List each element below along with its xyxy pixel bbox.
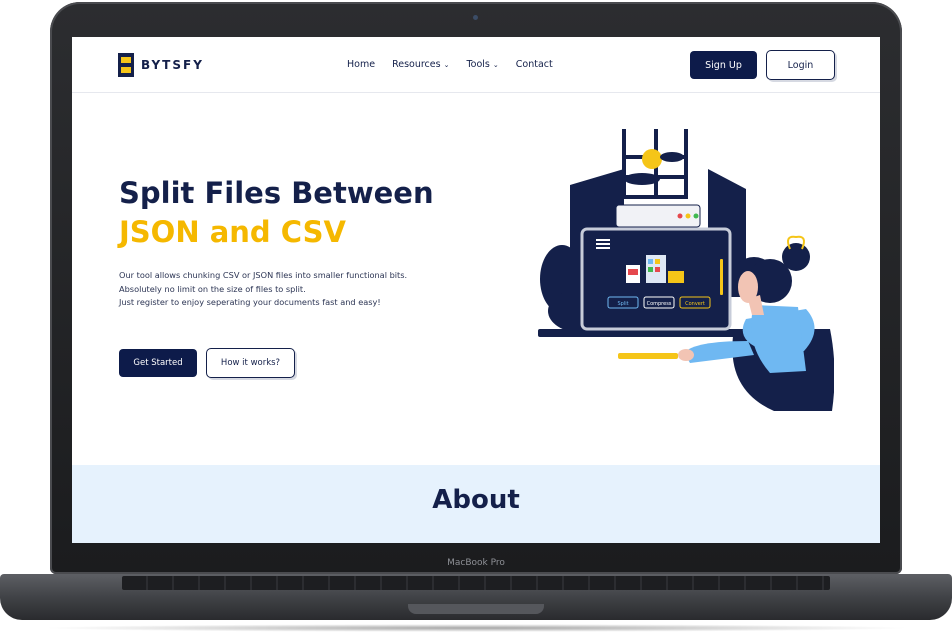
- nav-item-tools[interactable]: Tools ⌄: [466, 59, 498, 70]
- nav-item-home[interactable]: Home: [347, 59, 375, 70]
- hero-description: Our tool allows chunking CSV or JSON fil…: [119, 269, 449, 310]
- logo-icon: [118, 53, 134, 77]
- signup-button[interactable]: Sign Up: [690, 51, 757, 79]
- brand-name: BYTSFY: [141, 58, 204, 72]
- camera-icon: [473, 15, 478, 20]
- main-nav: Home Resources ⌄ Tools ⌄ Contact: [347, 59, 553, 70]
- nav-item-label: Resources: [392, 59, 441, 70]
- about-section: About: [72, 465, 880, 543]
- nav-item-label: Home: [347, 59, 376, 70]
- illustration-split-label: Split: [617, 301, 628, 307]
- browser-screen: BYTSFY Home Resources ⌄ Tools ⌄ Contact …: [72, 37, 880, 543]
- hero-description-line: Our tool allows chunking CSV or JSON fil…: [119, 270, 408, 280]
- get-started-button[interactable]: Get Started: [119, 349, 197, 377]
- about-title: About: [432, 485, 520, 515]
- chevron-down-icon: ⌄: [492, 60, 499, 69]
- laptop-notch: [408, 604, 544, 614]
- nav-item-resources[interactable]: Resources ⌄: [392, 59, 449, 70]
- site-header: BYTSFY Home Resources ⌄ Tools ⌄ Contact …: [72, 37, 880, 93]
- illustration-compress-label: Compress: [647, 301, 672, 307]
- laptop-shadow: [40, 624, 912, 632]
- hero-title: Split Files Between: [119, 176, 434, 210]
- nav-item-label: Contact: [515, 59, 553, 70]
- device-label: MacBook Pro: [447, 558, 505, 568]
- illustration-convert-label: Convert: [685, 301, 705, 307]
- login-button[interactable]: Login: [766, 50, 835, 80]
- hero-title-highlight: JSON and CSV: [119, 215, 346, 249]
- nav-item-label: Tools: [466, 59, 490, 70]
- laptop-base: [0, 574, 952, 620]
- hero-description-line: Just register to enjoy seperating your d…: [119, 297, 381, 307]
- hero-description-line: Absolutely no limit on the size of files…: [119, 283, 306, 294]
- how-it-works-button[interactable]: How it works?: [206, 348, 295, 378]
- keyboard: [122, 576, 830, 590]
- chevron-down-icon: ⌄: [443, 60, 450, 69]
- brand-logo[interactable]: BYTSFY: [118, 53, 204, 77]
- hero-illustration: Split Compress Convert: [538, 129, 834, 411]
- nav-item-contact[interactable]: Contact: [516, 59, 553, 70]
